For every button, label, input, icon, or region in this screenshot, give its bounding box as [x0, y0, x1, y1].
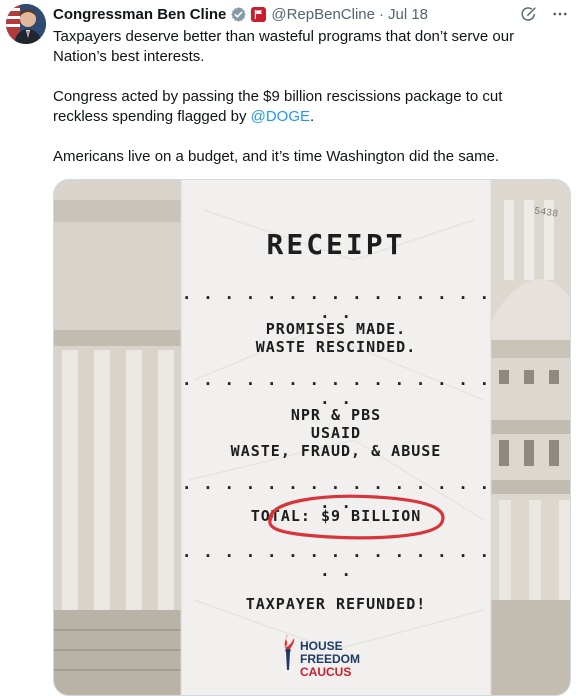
- profile-photo: [6, 4, 46, 44]
- grok-icon[interactable]: [518, 4, 538, 24]
- receipt-line-promises: PROMISES MADE.: [265, 320, 407, 338]
- receipt-line-waste-fraud-abuse: WASTE, FRAUD, & ABUSE: [230, 442, 442, 460]
- torch-icon: [284, 634, 295, 670]
- mention-link[interactable]: @DOGE: [251, 108, 310, 125]
- tweet-paragraph-2: Congress acted by passing the $9 billion…: [53, 87, 553, 127]
- government-affiliation-icon[interactable]: [251, 6, 267, 22]
- receipt-line-refunded: TAXPAYER REFUNDED!: [245, 595, 427, 613]
- tweet-header: Congressman Ben Cline @RepBenCline · Jul…: [53, 4, 570, 24]
- receipt-title: RECEIPT: [266, 228, 406, 261]
- tweet-media-image[interactable]: RECEIPT · · · · · · · · · · · · · · · · …: [53, 179, 571, 696]
- author-handle[interactable]: @RepBenCline: [271, 6, 375, 23]
- receipt-line-usaid: USAID: [310, 424, 362, 442]
- red-circle-annotation: [268, 494, 445, 540]
- house-freedom-caucus-logo: HOUSE FREEDOM CAUCUS: [274, 632, 364, 687]
- receipt-line-npr-pbs: NPR & PBS: [290, 406, 382, 424]
- receipt: RECEIPT · · · · · · · · · · · · · · · · …: [181, 180, 491, 695]
- author-name[interactable]: Congressman Ben Cline: [53, 6, 226, 23]
- verified-badge-icon[interactable]: [230, 6, 247, 23]
- receipt-divider: · · · · · · · · · · · · · · · · ·: [181, 546, 491, 584]
- tweet-date[interactable]: Jul 18: [388, 6, 428, 23]
- avatar[interactable]: [6, 4, 46, 44]
- tweet-paragraph-3: Americans live on a budget, and it’s tim…: [53, 148, 500, 165]
- tweet-paragraph-1: Taxpayers deserve better than wasteful p…: [53, 28, 515, 65]
- header-actions: [518, 4, 570, 24]
- logo-text: HOUSE FREEDOM CAUCUS: [300, 640, 360, 679]
- separator-dot: ·: [379, 5, 384, 23]
- receipt-line-waste-rescinded: WASTE RESCINDED.: [255, 338, 417, 356]
- more-icon[interactable]: [550, 4, 570, 24]
- tweet-paragraph-2-end: .: [310, 108, 315, 125]
- logo-caucus: CAUCUS: [300, 665, 352, 679]
- tweet-text: Taxpayers deserve better than wasteful p…: [53, 27, 553, 187]
